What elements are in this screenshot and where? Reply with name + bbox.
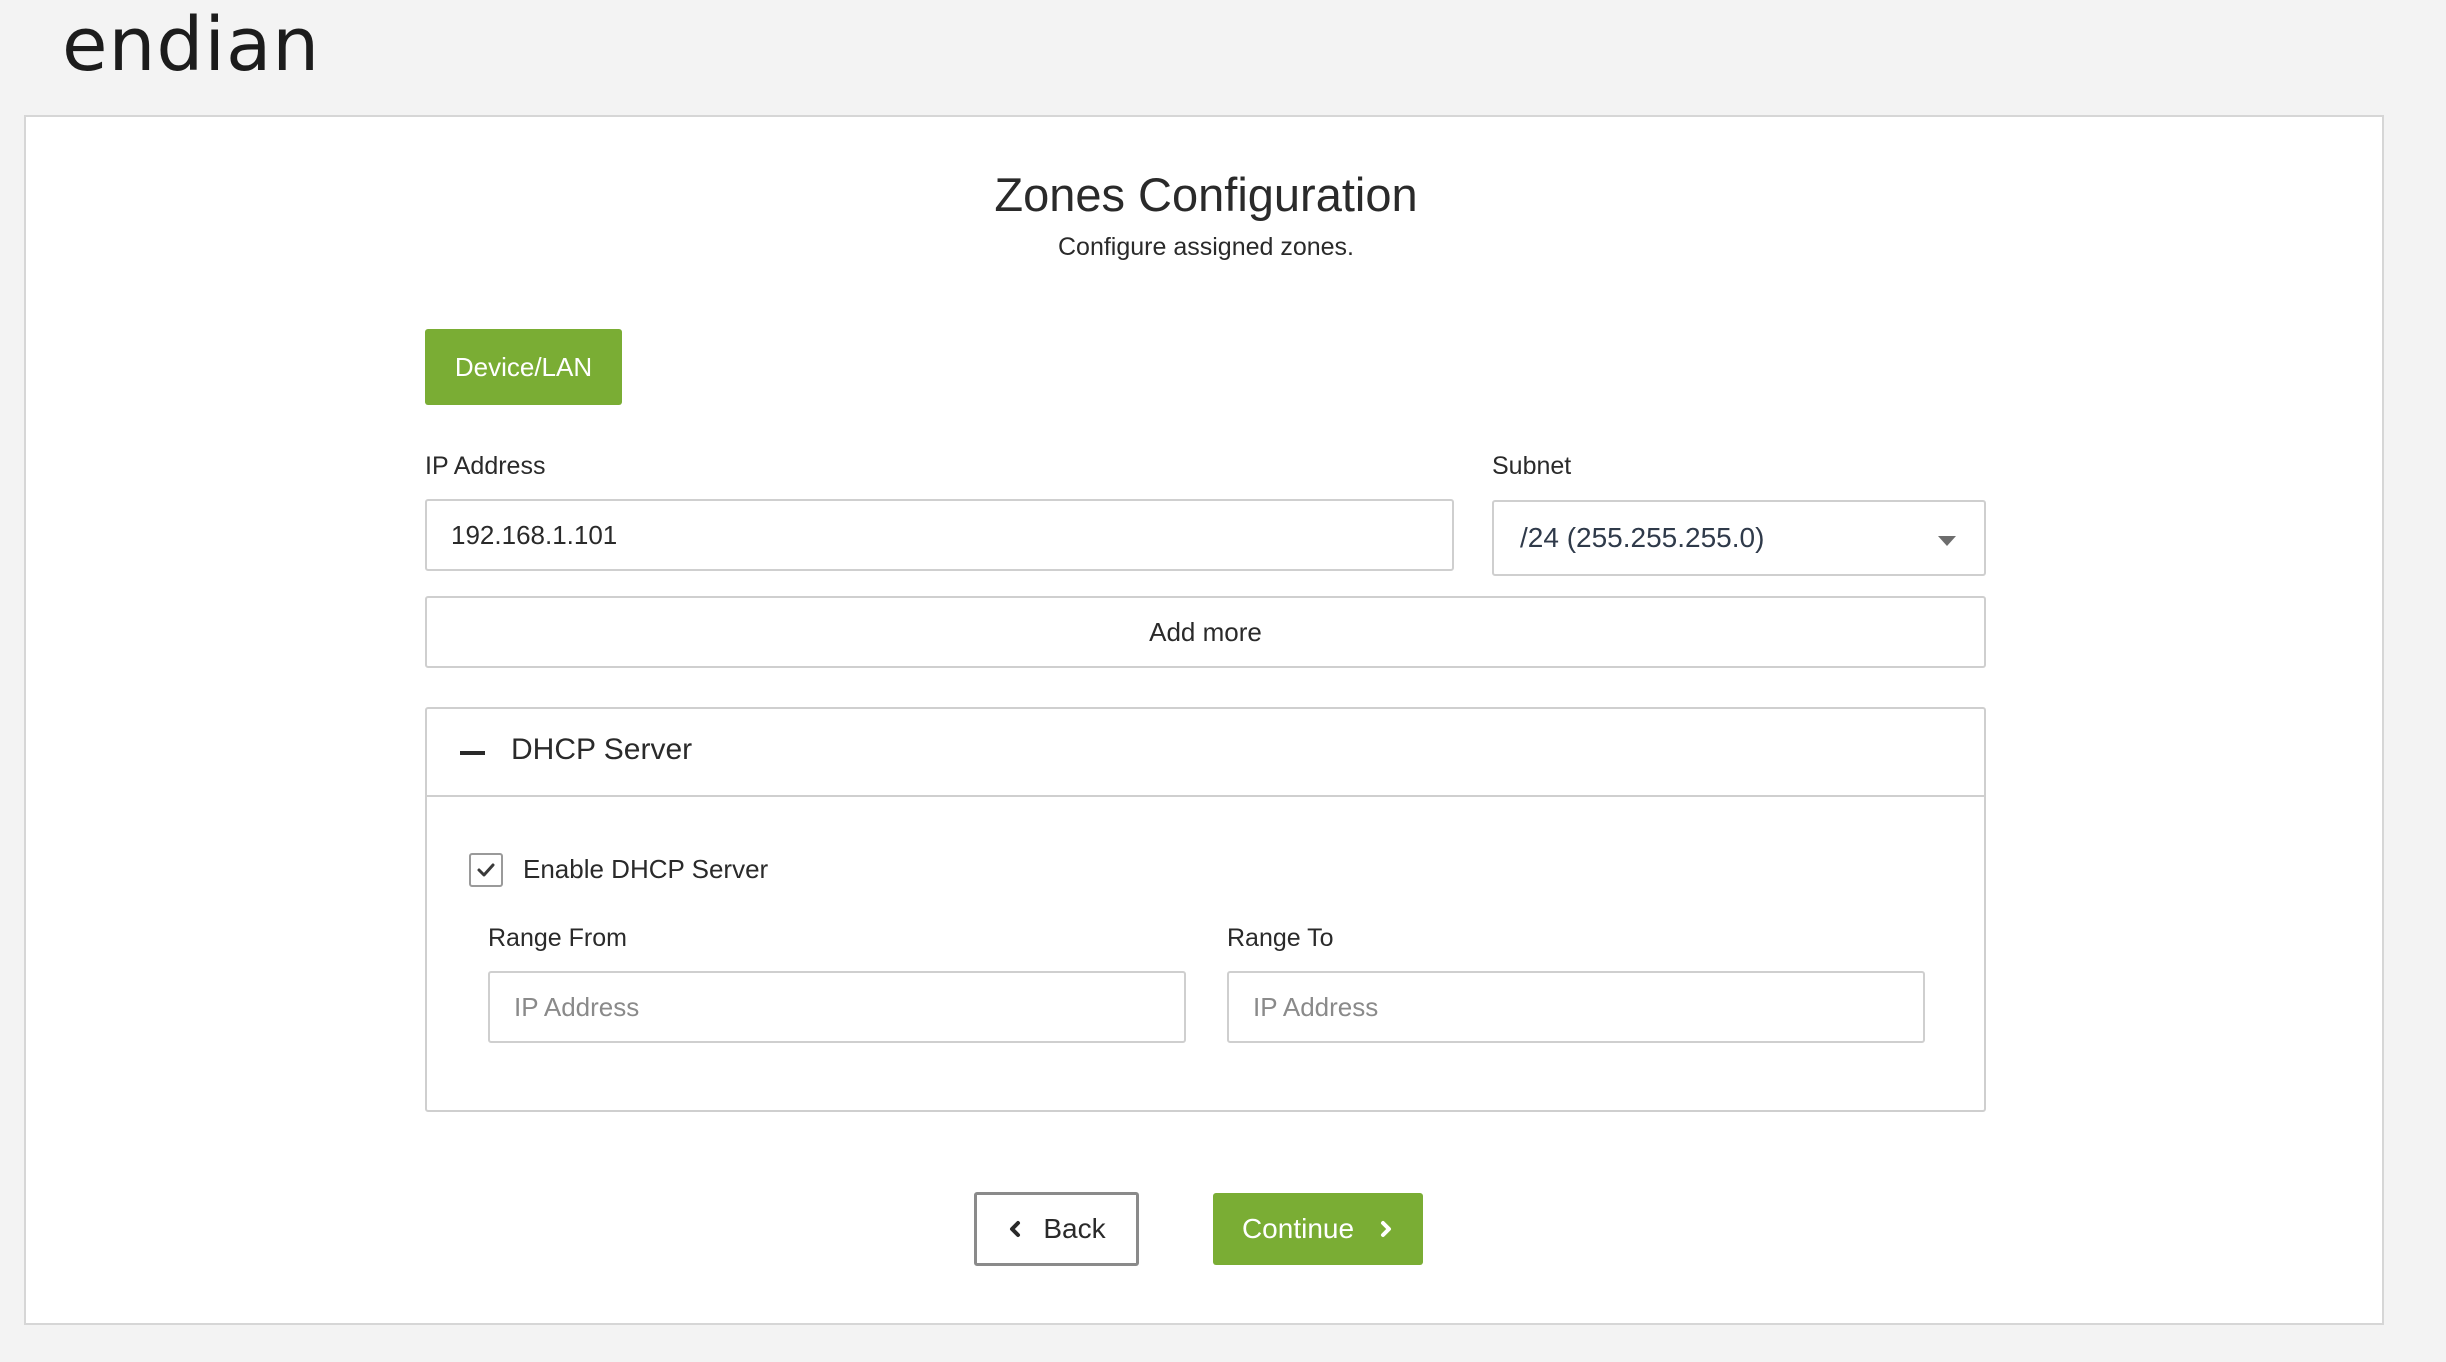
back-button[interactable]: Back: [974, 1192, 1139, 1266]
add-more-button[interactable]: Add more: [425, 596, 1986, 668]
endian-logo: endian: [62, 2, 321, 88]
ip-address-label: IP Address: [425, 452, 546, 480]
caret-down-icon: [1938, 536, 1956, 546]
subnet-label: Subnet: [1492, 452, 1572, 480]
enable-dhcp-label[interactable]: Enable DHCP Server: [523, 854, 768, 885]
back-button-label: Back: [1043, 1213, 1106, 1244]
ip-address-input[interactable]: [425, 499, 1454, 571]
dhcp-server-panel: DHCP Server Enable DHCP Server Range Fro…: [425, 707, 1986, 1112]
setup-wizard-card: Zones Configuration Configure assigned z…: [24, 115, 2384, 1325]
range-from-label: Range From: [488, 924, 627, 952]
range-to-input[interactable]: [1227, 971, 1925, 1043]
minus-icon[interactable]: [460, 751, 485, 755]
subnet-selected-value: /24 (255.255.255.0): [1520, 522, 1765, 553]
zone-tab-device-lan[interactable]: Device/LAN: [425, 329, 622, 405]
chevron-right-icon: [1381, 1221, 1392, 1237]
check-icon: [477, 863, 495, 877]
dhcp-panel-title: DHCP Server: [511, 733, 693, 766]
range-from-input[interactable]: [488, 971, 1186, 1043]
page-title: Zones Configuration: [994, 168, 1418, 221]
range-to-label: Range To: [1227, 924, 1334, 952]
chevron-left-icon: [1010, 1221, 1021, 1237]
continue-button-label: Continue: [1241, 1213, 1355, 1244]
enable-dhcp-checkbox[interactable]: [469, 853, 503, 887]
subnet-select[interactable]: /24 (255.255.255.0): [1492, 500, 1986, 576]
continue-button[interactable]: Continue: [1213, 1193, 1423, 1265]
page-subtitle: Configure assigned zones.: [1057, 233, 1355, 261]
dhcp-panel-header[interactable]: DHCP Server: [427, 709, 1984, 797]
